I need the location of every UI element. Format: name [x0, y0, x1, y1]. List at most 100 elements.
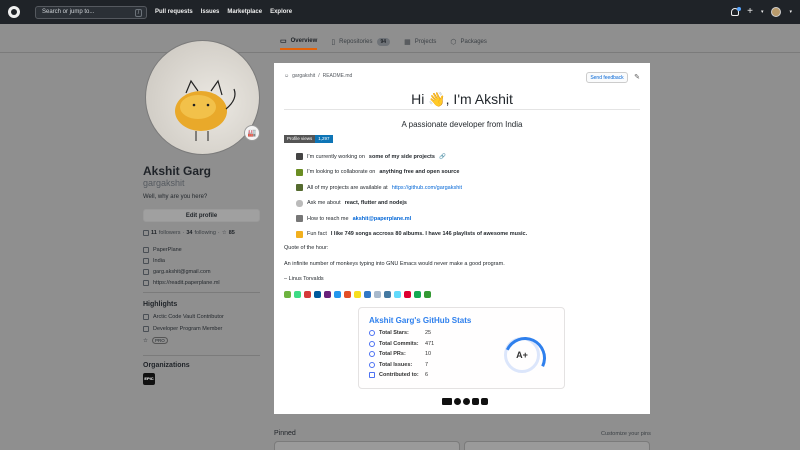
tab-packages-label: Packages [460, 39, 487, 45]
tab-repositories[interactable]: ▯ Repositories 94 [331, 34, 391, 50]
highlight-arctic-vault[interactable]: Arctic Code Vault Contributor [143, 313, 224, 320]
stars-count[interactable]: 85 [229, 230, 235, 236]
user-menu-avatar[interactable] [771, 7, 782, 17]
customize-pins-link[interactable]: Customize your pins [601, 431, 651, 437]
search-shortcut-key: / [135, 8, 142, 17]
stats-value: 6 [425, 372, 429, 379]
nav-issues[interactable]: Issues [201, 9, 220, 15]
tech-logo-icon [374, 291, 381, 298]
following-label[interactable]: following [195, 230, 216, 236]
tech-logo-icon [284, 291, 291, 298]
info-email[interactable]: garg.akshit@gmail.com [143, 268, 220, 275]
tech-logo-icon [414, 291, 421, 298]
issue-icon [369, 361, 375, 368]
highlight-arctic-vault-text[interactable]: Arctic Code Vault Contributor [153, 314, 224, 320]
bullet-post: 🔗 [438, 153, 446, 160]
follow-separator: · [217, 230, 220, 236]
tech-logo-icon [354, 291, 361, 298]
readme-heading-hi: Hi [411, 91, 425, 107]
github-icon[interactable] [463, 398, 470, 405]
readme-path-file[interactable]: README.md [323, 73, 353, 79]
lightning-icon [296, 230, 303, 238]
mail-icon [143, 268, 149, 275]
star-icon: ☆ [143, 337, 148, 344]
nav-marketplace[interactable]: Marketplace [227, 9, 262, 15]
tech-logo-icon [384, 291, 391, 298]
quote-author: – Linus Torvalds [284, 276, 324, 282]
stats-label: Total Commits: [379, 340, 419, 347]
profile-avatar[interactable] [145, 40, 260, 155]
readme-path-separator: / [318, 73, 320, 79]
dev-icon[interactable] [442, 398, 452, 405]
tech-logo-icon [424, 291, 431, 298]
notification-bell-icon[interactable] [731, 7, 742, 16]
edit-pencil-icon[interactable]: ✎ [634, 73, 640, 81]
highlight-developer-program[interactable]: Developer Program Member [143, 325, 224, 332]
stats-row: Total Issues: 7 [369, 361, 434, 369]
developer-program-icon [143, 325, 149, 332]
email-link[interactable]: akshit@paperplane.ml [353, 216, 412, 222]
search-input[interactable]: Search or jump to... / [35, 5, 147, 19]
stats-grade-ring: A+ [504, 337, 540, 373]
pinned-repo-card[interactable] [274, 441, 460, 450]
stats-label: Contributed to: [379, 372, 419, 379]
following-count[interactable]: 34 [186, 230, 192, 236]
wave-icon: 👋 [428, 91, 446, 107]
chevron-down-icon[interactable]: ▾ [761, 9, 764, 15]
list-item: How to reach me akshit@paperplane.ml [296, 215, 527, 223]
highlight-developer-program-text[interactable]: Developer Program Member [153, 326, 222, 332]
create-new-icon[interactable]: + [747, 7, 753, 17]
info-website[interactable]: https://readit.paperplane.ml [143, 279, 220, 286]
arctic-vault-icon [143, 313, 149, 320]
top-header: Search or jump to... / Pull requests Iss… [0, 0, 800, 24]
info-company-text: PaperPlane [153, 246, 182, 253]
tech-logo-icon [314, 291, 321, 298]
readme-card: ☺ gargakshit / README.md Send feedback ✎… [274, 63, 650, 414]
stats-value: 10 [425, 351, 432, 358]
codepen-icon[interactable] [472, 398, 479, 405]
people-icon [143, 230, 149, 236]
instagram-icon[interactable] [481, 398, 488, 405]
send-feedback-button[interactable]: Send feedback [586, 72, 628, 83]
search-placeholder: Search or jump to... [42, 9, 95, 15]
tech-logo-icon [394, 291, 401, 298]
followers-label[interactable]: followers [159, 230, 181, 236]
readme-bullet-list: I'm currently working on some of my side… [296, 153, 527, 238]
tab-projects[interactable]: ▦ Projects [404, 34, 436, 50]
info-website-text[interactable]: https://readit.paperplane.ml [153, 280, 220, 286]
tech-logo-icon [344, 291, 351, 298]
tech-logo-icon [334, 291, 341, 298]
status-emoji-button[interactable]: 🏭 [244, 125, 260, 141]
list-item: All of my projects are available at http… [296, 184, 527, 192]
follow-stats: 11 followers · 34 following · ☆ 85 [143, 230, 235, 236]
info-email-text[interactable]: garg.akshit@gmail.com [153, 269, 211, 275]
readme-path-user[interactable]: gargakshit [292, 73, 315, 79]
bullet-bold: I like 749 songs accross 80 albums. I ha… [330, 231, 528, 238]
tab-overview[interactable]: ▭ Overview [280, 34, 318, 50]
chevron-down-icon[interactable]: ▾ [789, 9, 792, 15]
stats-title: Akshit Garg's GitHub Stats [369, 316, 472, 325]
tab-overview-label: Overview [290, 38, 318, 44]
avatar-image [175, 79, 236, 141]
tech-icons-row [284, 291, 431, 298]
bullet-text: I'm currently working on [307, 153, 365, 160]
highlights-title: Highlights [143, 301, 178, 308]
twitter-icon[interactable] [454, 398, 461, 405]
stats-value: 25 [425, 330, 432, 337]
github-profile-link[interactable]: https://github.com/gargakshit [392, 185, 462, 191]
nav-explore[interactable]: Explore [270, 9, 292, 15]
nav-pull-requests[interactable]: Pull requests [155, 9, 193, 15]
top-nav: Pull requests Issues Marketplace Explore [155, 9, 292, 15]
readme-tagline: A passionate developer from India [401, 120, 523, 129]
stats-row: Total PRs: 10 [369, 351, 434, 358]
pinned-repo-card[interactable] [464, 441, 650, 450]
tech-logo-icon [294, 291, 301, 298]
tab-packages[interactable]: ⬡ Packages [450, 34, 486, 50]
edit-profile-button[interactable]: Edit profile [143, 209, 260, 222]
book-icon: ▭ [280, 38, 287, 45]
github-logo-icon[interactable] [8, 6, 20, 18]
github-stats-card: Akshit Garg's GitHub Stats Total Stars: … [358, 307, 565, 389]
stats-value: 7 [425, 361, 429, 368]
organization-avatar[interactable]: EPIC [143, 373, 155, 385]
followers-count[interactable]: 11 [151, 230, 157, 236]
